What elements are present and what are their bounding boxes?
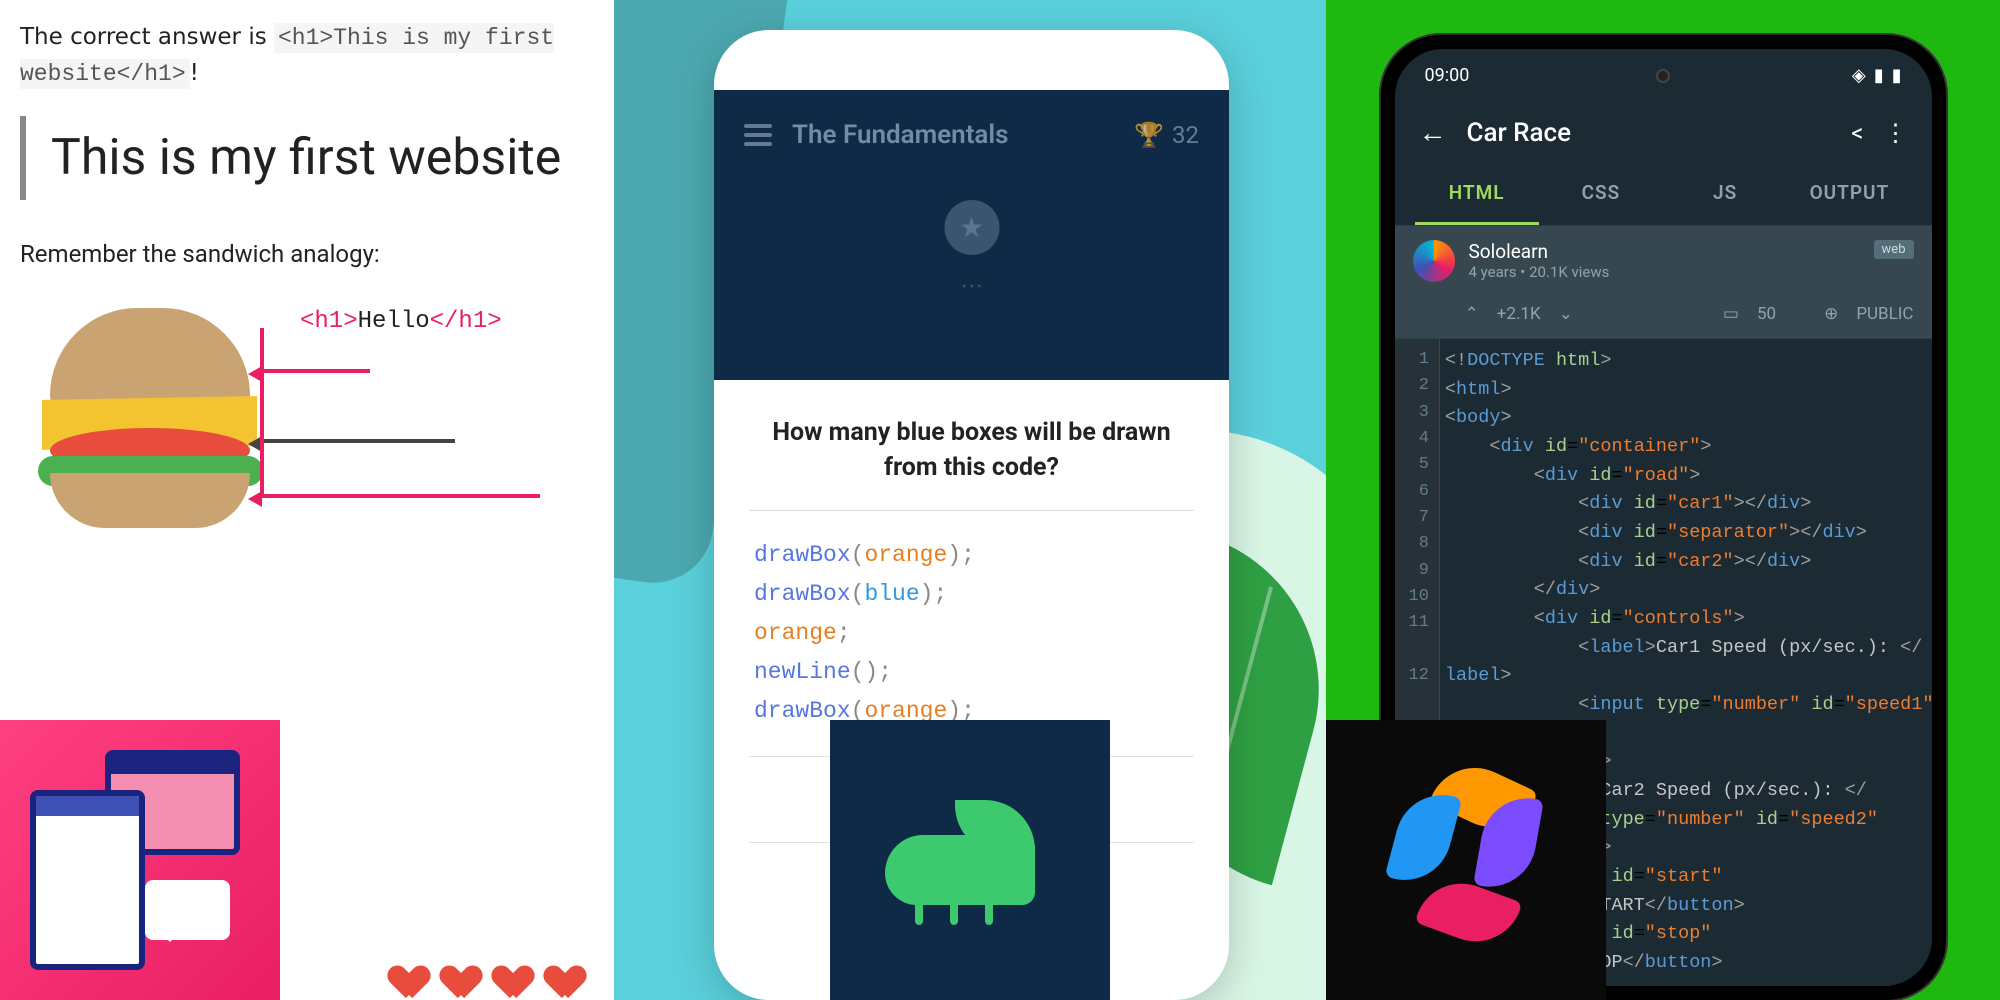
upvote-icon[interactable]: ⌃ xyxy=(1465,304,1479,324)
downvote-icon[interactable]: ⌄ xyxy=(1559,304,1573,324)
comment-count: 50 xyxy=(1757,304,1776,324)
answer-prefix: The correct answer is xyxy=(20,24,274,50)
trophy-counter[interactable]: 🏆 32 xyxy=(1134,121,1199,149)
mimo-lesson-panel: The correct answer is <h1> This is my fir… xyxy=(0,0,614,1000)
grasshopper-logo-tile xyxy=(830,720,1110,1000)
phone-notch xyxy=(1603,67,1723,85)
quiz-question: How many blue boxes will be drawn from t… xyxy=(749,410,1194,511)
signal-icon: ▮ xyxy=(1874,65,1884,86)
trophy-icon: 🏆 xyxy=(1134,121,1164,149)
app-bar: ← Car Race < ⋮ xyxy=(1395,102,1932,163)
menu-icon[interactable] xyxy=(744,124,772,146)
wifi-icon: ◈ xyxy=(1852,65,1866,86)
heart-icon xyxy=(546,952,584,990)
project-info: Sololearn 4 years • 20.1K views web xyxy=(1395,226,1932,296)
diagram-code-label: <h1>Hello</h1> xyxy=(300,308,502,335)
project-stats: ⌃ +2.1K ⌄ ▭ 50 ⊕ PUBLIC xyxy=(1395,296,1932,339)
speech-bubble-icon xyxy=(145,880,230,940)
grasshopper-panel: The Fundamentals 🏆 32 ★ ⋮ How many blue … xyxy=(614,0,1326,1000)
upvote-count: +2.1K xyxy=(1497,304,1541,324)
tag-open: <h1> xyxy=(300,308,358,335)
trophy-count: 32 xyxy=(1172,121,1199,149)
answer-explanation: The correct answer is <h1>This is my fir… xyxy=(20,20,594,91)
visibility-label: PUBLIC xyxy=(1856,304,1913,324)
remember-text: Remember the sandwich analogy: xyxy=(20,240,594,268)
heart-icon xyxy=(442,952,480,990)
course-title: The Fundamentals xyxy=(792,120,1009,150)
sololearn-panel: 09:00 ◈ ▮ ▮ ← Car Race < ⋮ HTMLCSSJSOUTP… xyxy=(1326,0,2000,1000)
tag-content: Hello xyxy=(358,308,430,335)
sololearn-logo-tile xyxy=(1326,720,1606,1000)
answer-suffix: ! xyxy=(190,60,199,86)
status-time: 09:00 xyxy=(1425,65,1470,86)
burger-illustration xyxy=(20,308,280,538)
tag-close: </h1> xyxy=(430,308,502,335)
star-badge-icon: ★ xyxy=(944,200,999,255)
tab-js[interactable]: JS xyxy=(1663,163,1787,225)
globe-icon: ⊕ xyxy=(1824,304,1838,324)
author-avatar[interactable] xyxy=(1413,240,1455,282)
battery-icon: ▮ xyxy=(1892,65,1902,86)
tab-css[interactable]: CSS xyxy=(1539,163,1663,225)
tab-html[interactable]: HTML xyxy=(1415,163,1539,225)
project-meta: 4 years • 20.1K views xyxy=(1469,263,1860,281)
more-icon[interactable]: ⋮ xyxy=(1884,119,1908,147)
back-arrow-icon[interactable]: ← xyxy=(1419,116,1447,149)
comment-icon[interactable]: ▭ xyxy=(1723,304,1739,324)
share-icon[interactable]: < xyxy=(1851,119,1863,147)
hearts-row xyxy=(390,952,584,990)
editor-tabs: HTMLCSSJSOUTPUT xyxy=(1395,163,1932,226)
heart-icon xyxy=(494,952,532,990)
heart-icon xyxy=(390,952,428,990)
grasshopper-header: The Fundamentals 🏆 32 ★ ⋮ xyxy=(714,90,1229,380)
progress-dots: ⋮ xyxy=(959,275,984,299)
heading-preview: This is my first website xyxy=(20,116,594,200)
app-title: Car Race xyxy=(1467,118,1832,148)
grasshopper-icon xyxy=(885,800,1055,920)
mimo-logo-tile xyxy=(0,720,280,1000)
sandwich-diagram: <h1>Hello</h1> xyxy=(20,308,594,558)
phone-icon xyxy=(30,790,145,970)
project-author: Sololearn xyxy=(1469,240,1860,263)
project-badge: web xyxy=(1874,240,1914,259)
tab-output[interactable]: OUTPUT xyxy=(1787,163,1911,225)
sololearn-swirl-icon xyxy=(1366,760,1566,960)
